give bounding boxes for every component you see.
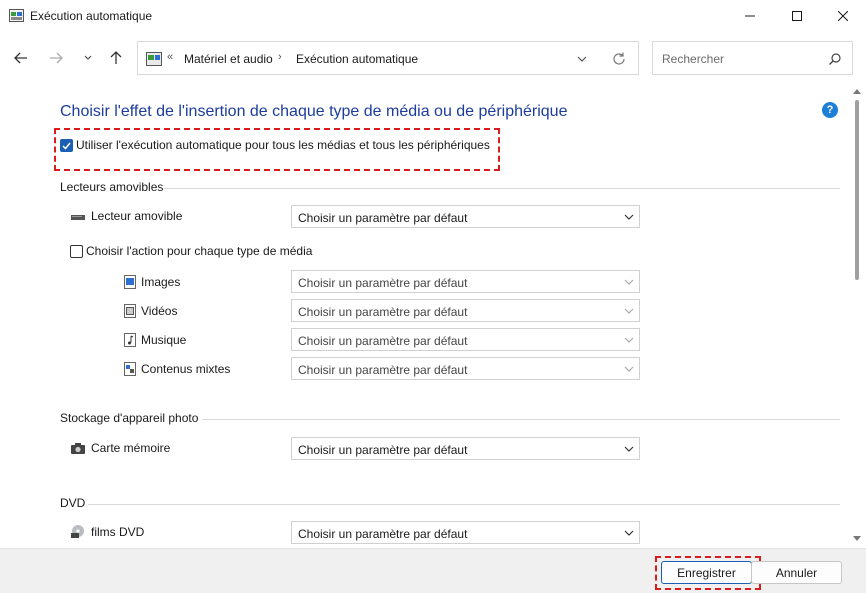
scroll-down-icon[interactable] bbox=[852, 534, 862, 542]
removable-drive-select[interactable]: Choisir un paramètre par défaut bbox=[291, 205, 640, 228]
section-camera-storage: Stockage d'appareil photo bbox=[60, 411, 199, 425]
vertical-scrollbar[interactable] bbox=[848, 84, 866, 548]
dvd-movies-label: films DVD bbox=[91, 525, 145, 539]
arrow-right-icon bbox=[50, 52, 63, 64]
address-bar[interactable]: « Matériel et audio › Exécution automati… bbox=[137, 41, 639, 75]
scroll-thumb[interactable] bbox=[855, 100, 859, 280]
refresh-icon[interactable] bbox=[610, 50, 628, 68]
checkmark-icon bbox=[62, 142, 71, 150]
maximize-icon bbox=[792, 11, 802, 21]
title-bar: Exécution automatique bbox=[0, 0, 866, 32]
media-videos-label: Vidéos bbox=[141, 304, 178, 318]
media-music-select-value: Choisir un paramètre par défaut bbox=[298, 334, 468, 348]
section-divider bbox=[164, 188, 840, 189]
section-removable-drives: Lecteurs amovibles bbox=[60, 180, 164, 194]
dvd-movies-select[interactable]: Choisir un paramètre par défaut bbox=[291, 521, 640, 544]
dvd-movies-select-value: Choisir un paramètre par défaut bbox=[298, 527, 468, 541]
section-dvd: DVD bbox=[60, 496, 86, 510]
save-button[interactable]: Enregistrer bbox=[661, 561, 752, 584]
media-mixed-label: Contenus mixtes bbox=[141, 362, 231, 376]
media-videos-select[interactable]: Choisir un paramètre par défaut bbox=[291, 299, 640, 322]
help-icon[interactable]: ? bbox=[822, 102, 838, 118]
chevron-down-icon bbox=[624, 308, 634, 314]
chevron-down-icon bbox=[624, 446, 634, 452]
main-content: Choisir l'effet de l'insertion de chaque… bbox=[0, 84, 848, 548]
section-divider bbox=[88, 504, 840, 505]
choose-each-media-label[interactable]: Choisir l'action pour chaque type de méd… bbox=[86, 244, 312, 258]
arrow-left-icon bbox=[14, 52, 27, 64]
media-images-select-value: Choisir un paramètre par défaut bbox=[298, 276, 468, 290]
search-icon[interactable] bbox=[828, 52, 842, 66]
chevron-down-icon bbox=[624, 214, 634, 220]
removable-drive-label: Lecteur amovible bbox=[91, 209, 183, 223]
search-placeholder[interactable]: Rechercher bbox=[662, 52, 724, 66]
footer-bar: Enregistrer Annuler bbox=[0, 548, 866, 593]
breadcrumb-autoplay[interactable]: Exécution automatique bbox=[296, 52, 418, 66]
chevron-down-icon bbox=[624, 337, 634, 343]
chevron-down-icon bbox=[84, 55, 92, 60]
choose-each-media-checkbox[interactable] bbox=[70, 245, 83, 258]
close-button[interactable] bbox=[820, 0, 866, 32]
navigation-bar: « Matériel et audio › Exécution automati… bbox=[0, 32, 866, 84]
arrow-up-icon bbox=[110, 51, 122, 64]
autoplay-all-checkbox[interactable] bbox=[60, 139, 73, 152]
memory-card-select-value: Choisir un paramètre par défaut bbox=[298, 443, 468, 457]
autoplay-app-icon bbox=[9, 9, 24, 22]
maximize-button[interactable] bbox=[774, 0, 820, 32]
media-mixed-select-value: Choisir un paramètre par défaut bbox=[298, 363, 468, 377]
media-mixed-select[interactable]: Choisir un paramètre par défaut bbox=[291, 357, 640, 380]
address-overflow-chevron[interactable]: « bbox=[167, 51, 173, 63]
window-title: Exécution automatique bbox=[30, 9, 153, 23]
mixed-content-icon bbox=[124, 362, 136, 376]
images-icon bbox=[124, 275, 136, 289]
chevron-down-icon bbox=[624, 366, 634, 372]
search-box[interactable]: Rechercher bbox=[652, 41, 853, 75]
camera-icon bbox=[71, 443, 85, 454]
memory-card-label: Carte mémoire bbox=[91, 441, 171, 455]
breadcrumb-separator[interactable]: › bbox=[278, 51, 282, 63]
scroll-up-icon[interactable] bbox=[852, 88, 862, 96]
memory-card-select[interactable]: Choisir un paramètre par défaut bbox=[291, 437, 640, 460]
media-music-select[interactable]: Choisir un paramètre par défaut bbox=[291, 328, 640, 351]
control-panel-icon bbox=[146, 52, 162, 66]
up-button[interactable] bbox=[104, 46, 128, 70]
breadcrumb-hardware-sound[interactable]: Matériel et audio bbox=[184, 52, 273, 66]
page-heading: Choisir l'effet de l'insertion de chaque… bbox=[60, 103, 568, 120]
close-icon bbox=[838, 11, 848, 21]
removable-drive-icon bbox=[71, 215, 85, 220]
cancel-button[interactable]: Annuler bbox=[751, 561, 842, 584]
minimize-icon bbox=[745, 15, 755, 17]
section-divider bbox=[202, 419, 840, 420]
media-videos-select-value: Choisir un paramètre par défaut bbox=[298, 305, 468, 319]
dvd-icon bbox=[71, 525, 84, 538]
music-icon bbox=[124, 333, 136, 347]
videos-icon bbox=[124, 304, 136, 318]
media-images-label: Images bbox=[141, 275, 181, 289]
autoplay-all-label[interactable]: Utiliser l'exécution automatique pour to… bbox=[76, 138, 490, 152]
media-music-label: Musique bbox=[141, 333, 187, 347]
chevron-down-icon bbox=[624, 530, 634, 536]
minimize-button[interactable] bbox=[727, 0, 773, 32]
media-images-select[interactable]: Choisir un paramètre par défaut bbox=[291, 270, 640, 293]
forward-button[interactable] bbox=[44, 46, 68, 70]
chevron-down-icon bbox=[624, 279, 634, 285]
removable-drive-select-value: Choisir un paramètre par défaut bbox=[298, 211, 468, 225]
back-button[interactable] bbox=[9, 46, 33, 70]
address-dropdown-icon[interactable] bbox=[574, 51, 590, 67]
recent-locations-button[interactable] bbox=[76, 46, 100, 70]
